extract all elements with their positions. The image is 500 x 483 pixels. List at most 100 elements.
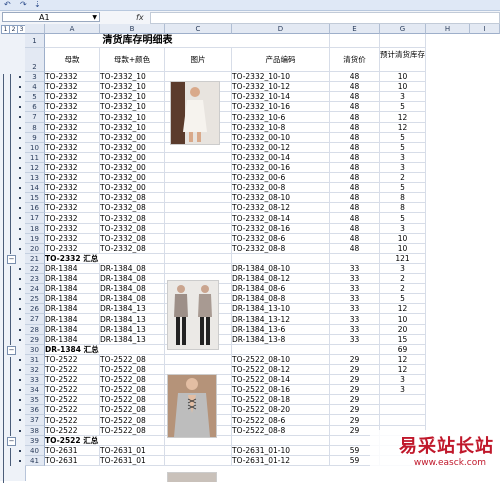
data-cell[interactable]: DR-1384_08-6 (232, 284, 330, 294)
data-cell[interactable]: TO-2332_10-8 (232, 123, 330, 133)
data-cell[interactable]: TO-2332_00 (100, 173, 165, 183)
row-header[interactable]: 2 (25, 48, 45, 72)
data-cell[interactable]: TO-2332 (45, 82, 100, 92)
row-header[interactable]: 28 (25, 325, 45, 335)
data-cell[interactable] (165, 173, 232, 183)
data-cell[interactable]: 2 (380, 284, 426, 294)
data-cell[interactable]: 5 (380, 213, 426, 224)
data-cell[interactable]: TO-2522_08-10 (232, 355, 330, 365)
data-cell[interactable]: 33 (330, 304, 380, 314)
data-cell[interactable]: 5 (380, 102, 426, 112)
row-header[interactable]: 12 (25, 163, 45, 173)
data-cell[interactable]: TO-2631_01 (100, 456, 165, 466)
data-cell[interactable]: TO-2332 (45, 244, 100, 254)
data-cell[interactable]: DR-1384_08-8 (232, 294, 330, 304)
row-header[interactable]: 3 (25, 72, 45, 82)
data-cell[interactable]: 48 (330, 112, 380, 123)
data-cell[interactable] (165, 244, 232, 254)
cell[interactable] (380, 34, 426, 48)
data-cell[interactable]: TO-2522_08 (100, 365, 165, 375)
product-photo-dr-1384[interactable] (167, 280, 219, 350)
data-cell[interactable]: DR-1384_08 (100, 294, 165, 304)
data-cell[interactable]: TO-2332 (45, 163, 100, 173)
row-header[interactable]: 36 (25, 405, 45, 415)
data-cell[interactable]: 48 (330, 234, 380, 244)
data-cell[interactable] (165, 193, 232, 203)
data-cell[interactable]: 48 (330, 143, 380, 153)
data-cell[interactable]: 8 (380, 203, 426, 213)
data-cell[interactable]: 3 (380, 385, 426, 395)
data-cell[interactable]: 33 (330, 325, 380, 335)
select-all-corner[interactable] (25, 24, 45, 34)
collapse-group-button[interactable]: − (7, 437, 16, 446)
row-header[interactable]: 23 (25, 274, 45, 284)
data-cell[interactable]: DR-1384_13 (100, 325, 165, 335)
data-cell[interactable]: TO-2332 (45, 72, 100, 82)
data-cell[interactable]: TO-2332_08-14 (232, 213, 330, 224)
data-cell[interactable]: 10 (380, 244, 426, 254)
data-cell[interactable]: TO-2332 (45, 102, 100, 112)
data-cell[interactable] (165, 456, 232, 466)
data-cell[interactable]: TO-2332_10 (100, 92, 165, 102)
data-cell[interactable] (165, 153, 232, 163)
data-cell[interactable]: TO-2522 (45, 405, 100, 415)
data-cell[interactable]: TO-2332 (45, 143, 100, 153)
data-cell[interactable]: 29 (330, 385, 380, 395)
row-header[interactable]: 11 (25, 153, 45, 163)
data-cell[interactable]: TO-2332_00-16 (232, 163, 330, 173)
row-header[interactable]: 16 (25, 203, 45, 213)
data-cell[interactable]: DR-1384_13-8 (232, 335, 330, 345)
data-cell[interactable]: TO-2522_08-20 (232, 405, 330, 415)
data-cell[interactable]: TO-2332 (45, 224, 100, 234)
data-cell[interactable]: 3 (380, 153, 426, 163)
row-header[interactable]: 32 (25, 365, 45, 375)
row-header[interactable]: 4 (25, 82, 45, 92)
data-cell[interactable]: TO-2332_08 (100, 193, 165, 203)
collapse-group-button[interactable]: − (7, 346, 16, 355)
row-header[interactable]: 14 (25, 183, 45, 193)
data-cell[interactable]: DR-1384_13 (100, 304, 165, 314)
cell[interactable] (230, 34, 330, 48)
data-cell[interactable]: DR-1384_08-12 (232, 274, 330, 284)
data-cell[interactable]: DR-1384 (45, 314, 100, 325)
data-cell[interactable]: TO-2522 (45, 355, 100, 365)
data-cell[interactable]: TO-2522_08-18 (232, 395, 330, 405)
data-cell[interactable]: TO-2332_10-14 (232, 92, 330, 102)
data-cell[interactable]: 3 (380, 92, 426, 102)
data-cell[interactable]: DR-1384_13 (100, 335, 165, 345)
data-cell[interactable]: TO-2522_08 (100, 415, 165, 426)
data-cell[interactable] (165, 224, 232, 234)
column-header-d[interactable]: D (232, 24, 330, 34)
data-cell[interactable]: DR-1384 (45, 284, 100, 294)
row-header[interactable]: 37 (25, 415, 45, 426)
data-cell[interactable]: TO-2332_08 (100, 234, 165, 244)
data-cell[interactable]: 48 (330, 102, 380, 112)
data-cell[interactable]: TO-2631 (45, 446, 100, 456)
data-cell[interactable]: 48 (330, 163, 380, 173)
data-cell[interactable]: TO-2522 (45, 426, 100, 436)
data-cell[interactable]: TO-2522_08-8 (232, 426, 330, 436)
data-cell[interactable]: TO-2332_08-6 (232, 234, 330, 244)
row-header[interactable]: 21 (25, 254, 45, 264)
data-cell[interactable]: TO-2332_08-10 (232, 193, 330, 203)
header-expected-stock[interactable]: 预计清货库存 (380, 48, 426, 72)
row-header[interactable]: 30 (25, 345, 45, 355)
chevron-down-icon[interactable]: ▼ (92, 13, 97, 23)
data-cell[interactable]: 5 (380, 294, 426, 304)
data-cell[interactable]: TO-2631_01 (100, 446, 165, 456)
data-cell[interactable]: TO-2332_08 (100, 244, 165, 254)
data-cell[interactable]: TO-2332 (45, 173, 100, 183)
formula-input[interactable] (150, 12, 500, 24)
data-cell[interactable]: 5 (380, 183, 426, 193)
data-cell[interactable]: DR-1384 (45, 304, 100, 314)
data-cell[interactable]: TO-2332_10 (100, 123, 165, 133)
data-cell[interactable]: 33 (330, 294, 380, 304)
data-cell[interactable]: TO-2631_01-10 (232, 446, 330, 456)
data-cell[interactable] (380, 405, 426, 415)
data-cell[interactable]: 33 (330, 335, 380, 345)
data-cell[interactable]: DR-1384 (45, 294, 100, 304)
subtotal-cell[interactable]: 121 (380, 254, 426, 264)
subtotal-cell[interactable]: 69 (380, 345, 426, 355)
row-header[interactable]: 26 (25, 304, 45, 314)
row-header[interactable]: 17 (25, 213, 45, 224)
